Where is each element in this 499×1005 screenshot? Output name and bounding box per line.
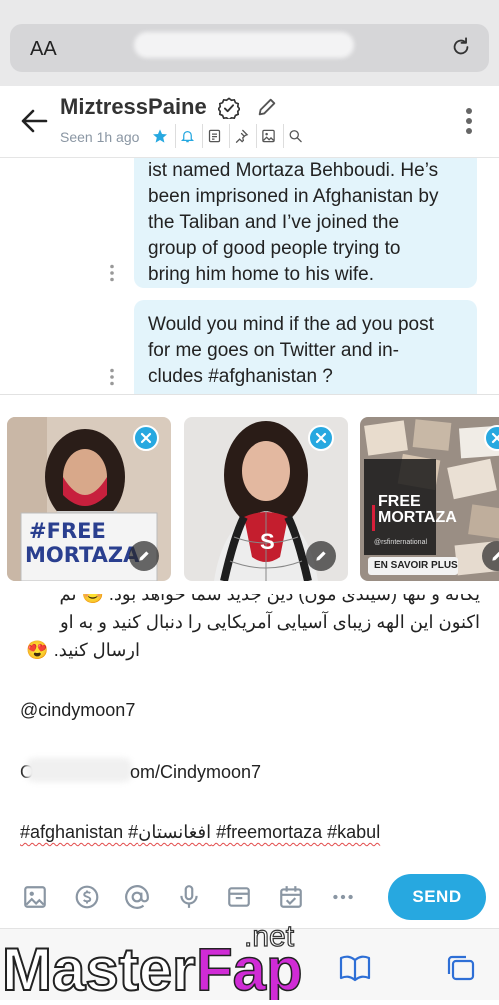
message-compose-input[interactable]: یکانه و تنها (سیندی مون) دین جدید شما خو…	[0, 594, 499, 864]
edit-pencil-icon	[139, 551, 149, 561]
link-redacted	[26, 758, 132, 782]
edit-pencil-icon[interactable]	[256, 96, 278, 118]
badge-handle: @rsfinternational	[374, 539, 428, 546]
sign-text: #FREE	[29, 519, 106, 543]
notes-icon[interactable]	[202, 124, 226, 148]
svg-text:S: S	[260, 529, 275, 554]
back-arrow-icon[interactable]	[20, 108, 48, 134]
watermark-suffix: .net	[244, 924, 295, 953]
remove-attachment-button[interactable]	[308, 425, 334, 451]
last-seen-status: Seen 1h ago	[60, 129, 140, 145]
verified-icon	[218, 97, 240, 119]
compose-toolbar: SEND	[0, 864, 499, 928]
message-line: been imprisoned in Afghanistan by	[148, 186, 439, 207]
microphone-icon[interactable]	[176, 884, 202, 910]
attachment-thumbnail[interactable]: #FREE MORTAZA	[7, 417, 171, 581]
text-size-button[interactable]: AA	[30, 38, 57, 61]
message-list: ist named Mortaza Behboudi. He’s been im…	[0, 158, 499, 394]
message-line: for me goes on Twitter and in-	[148, 340, 399, 361]
chat-username[interactable]: MiztressPaine	[60, 94, 207, 120]
browser-top-bar: AA	[0, 0, 499, 86]
message-line: group of good people trying to	[148, 238, 401, 259]
schedule-icon[interactable]	[278, 884, 304, 910]
url-redacted	[134, 32, 354, 58]
compose-hashtags: #afghanistan #افغانستان #freemortaza #ka…	[20, 822, 381, 842]
attachment-tray: #FREE MORTAZA S FREE MORTAZA @rsfinterna…	[0, 394, 499, 594]
edit-attachment-button[interactable]	[306, 541, 336, 571]
edit-pencil-icon	[492, 551, 499, 561]
edit-pencil-icon	[316, 551, 326, 561]
notification-bell-icon[interactable]	[175, 124, 199, 148]
tabs-icon[interactable]	[444, 953, 478, 983]
attachment-thumbnail[interactable]: S	[184, 417, 348, 581]
close-icon	[315, 432, 327, 444]
vault-icon[interactable]	[226, 884, 252, 910]
favorite-star-icon[interactable]	[148, 124, 172, 148]
watermark-graphic: Master Fap .net	[1, 919, 303, 1004]
pin-icon[interactable]	[229, 124, 253, 148]
sign-text: MORTAZA	[25, 543, 140, 567]
close-icon	[140, 432, 152, 444]
image-icon[interactable]	[22, 884, 48, 910]
cta-label: EN SAVOIR PLUS	[374, 560, 458, 571]
compose-link: om/Cindymoon7	[130, 762, 262, 782]
more-horizontal-icon[interactable]	[330, 884, 356, 910]
close-icon	[491, 432, 499, 444]
message-bubble: Would you mind if the ad you post for me…	[134, 300, 477, 394]
chat-header: MiztressPaine Seen 1h ago	[0, 86, 499, 158]
message-line: bring him home to his wife.	[148, 264, 374, 285]
send-button[interactable]: SEND	[388, 874, 486, 920]
remove-attachment-button[interactable]	[133, 425, 159, 451]
compose-mention: @cindymoon7	[20, 700, 136, 720]
mention-icon[interactable]	[124, 884, 150, 910]
edit-attachment-button[interactable]	[129, 541, 159, 571]
message-line: cludes #afghanistan ?	[148, 366, 333, 387]
attachment-thumbnail[interactable]: FREE MORTAZA @rsfinternational EN SAVOIR…	[360, 417, 499, 581]
watermark-text-white: Master	[2, 936, 195, 1000]
message-options-icon[interactable]	[108, 368, 116, 386]
bookmarks-icon[interactable]	[338, 953, 372, 983]
compose-line: یکانه و تنها (سیندی مون) دین جدید شما خو…	[59, 594, 480, 604]
compose-line: ارسال کنید. 😍	[26, 640, 140, 660]
header-action-icons	[148, 124, 307, 148]
message-line: Would you mind if the ad you post	[148, 314, 434, 335]
search-icon[interactable]	[283, 124, 307, 148]
message-options-icon[interactable]	[108, 264, 116, 282]
message-bubble: ist named Mortaza Behboudi. He’s been im…	[134, 158, 477, 288]
gallery-icon[interactable]	[256, 124, 280, 148]
more-options-icon[interactable]	[462, 106, 476, 136]
price-icon[interactable]	[74, 884, 100, 910]
reload-icon[interactable]	[450, 36, 472, 58]
message-line: ist named Mortaza Behboudi. He’s	[148, 160, 439, 181]
badge-text: MORTAZA	[378, 509, 457, 526]
watermark-logo: Master Fap .net	[0, 919, 330, 1004]
message-line: the Taliban and I’ve joined the	[148, 212, 400, 233]
compose-line: اکنون این الهه زیبای آسیایی آمریکایی را …	[59, 612, 480, 632]
